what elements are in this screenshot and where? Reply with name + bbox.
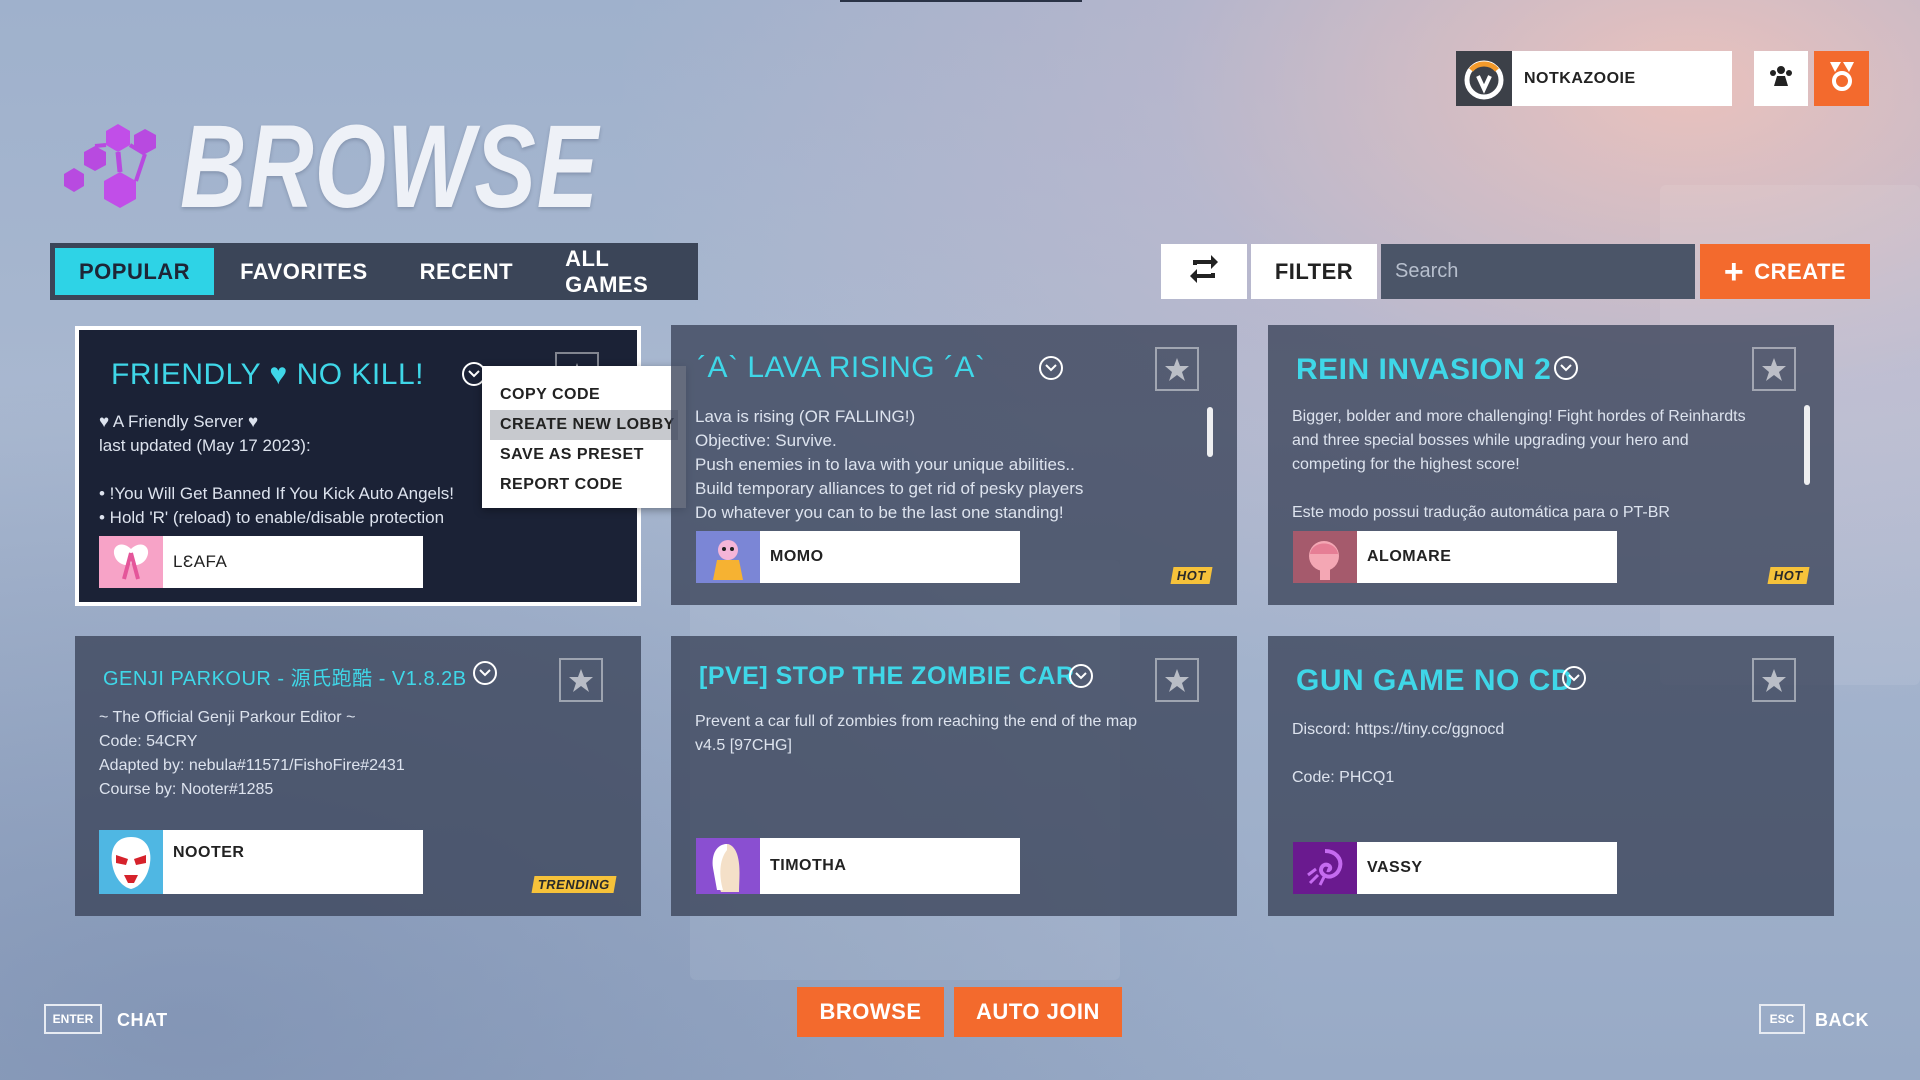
author-name: NOOTER xyxy=(173,844,245,861)
card-title: ´A` LAVA RISING ´A` xyxy=(697,351,986,384)
favorite-star-icon[interactable] xyxy=(1752,658,1796,702)
status-badge: HOT xyxy=(1170,567,1213,584)
chat-button[interactable]: CHAT xyxy=(117,1010,168,1031)
tab-all-games[interactable]: ALL GAMES xyxy=(539,246,698,297)
user-name: NOTKAZOOIE xyxy=(1524,69,1636,87)
favorite-star-icon[interactable] xyxy=(1155,347,1199,391)
group-icon xyxy=(1768,64,1794,93)
avatar xyxy=(1293,531,1357,583)
game-card[interactable]: REIN INVASION 2 Bigger, bolder and more … xyxy=(1268,325,1834,605)
status-badge: TRENDING xyxy=(531,876,617,893)
chevron-down-icon[interactable] xyxy=(473,661,497,685)
enter-key-hint: ENTER xyxy=(44,1004,102,1034)
browse-tabs: POPULAR FAVORITES RECENT ALL GAMES xyxy=(50,243,698,300)
search-input[interactable] xyxy=(1381,244,1695,299)
author-name: TIMOTHA xyxy=(770,857,847,874)
card-description: Bigger, bolder and more challenging! Fig… xyxy=(1292,408,1746,521)
esc-key-hint: ESC xyxy=(1759,1004,1805,1034)
overwatch-logo-icon xyxy=(1456,51,1512,106)
author-tag[interactable]: MOMO xyxy=(696,531,1020,583)
card-title: REIN INVASION 2 xyxy=(1296,353,1552,386)
chevron-down-icon[interactable] xyxy=(1554,356,1578,380)
top-divider xyxy=(840,0,1082,2)
browse-button[interactable]: BROWSE xyxy=(797,987,944,1037)
create-button[interactable]: + CREATE xyxy=(1700,244,1870,299)
game-card[interactable]: ´A` LAVA RISING ´A` Lava is rising (OR F… xyxy=(671,325,1237,605)
favorite-star-icon[interactable] xyxy=(1155,658,1199,702)
author-tag[interactable]: ALOMARE xyxy=(1293,531,1617,583)
tab-popular[interactable]: POPULAR xyxy=(55,248,215,295)
avatar xyxy=(1293,842,1357,894)
avatar xyxy=(99,536,163,588)
author-tag[interactable]: NOOTER xyxy=(99,830,423,894)
card-title: [PVE] STOP THE ZOMBIE CAR xyxy=(699,662,1075,690)
favorite-star-icon[interactable] xyxy=(1752,347,1796,391)
refresh-icon xyxy=(1187,252,1221,291)
menu-item-report-code[interactable]: REPORT CODE xyxy=(490,470,678,500)
auto-join-button[interactable]: AUTO JOIN xyxy=(954,987,1122,1037)
status-badge: HOT xyxy=(1767,567,1810,584)
avatar xyxy=(696,531,760,583)
card-description: Prevent a car full of zombies from reach… xyxy=(695,713,1138,754)
card-title: FRIENDLY ♥ NO KILL! xyxy=(111,358,424,391)
rewards-icon xyxy=(1827,59,1857,98)
context-menu: COPY CODE CREATE NEW LOBBY SAVE AS PRESE… xyxy=(482,366,686,508)
filter-button[interactable]: FILTER xyxy=(1251,244,1377,299)
browse-logo-icon xyxy=(60,124,170,224)
author-name: ALOMARE xyxy=(1367,548,1452,565)
avatar xyxy=(696,838,760,894)
description-scrollbar[interactable] xyxy=(1207,407,1213,457)
tab-favorites[interactable]: FAVORITES xyxy=(214,248,394,295)
author-tag[interactable]: LƐAFA xyxy=(99,536,423,588)
refresh-button[interactable] xyxy=(1161,244,1247,299)
author-tag[interactable]: TIMOTHA xyxy=(696,838,1020,894)
game-card[interactable]: GUN GAME NO CD Discord: https://tiny.cc/… xyxy=(1268,636,1834,916)
menu-item-save-as-preset[interactable]: SAVE AS PRESET xyxy=(490,440,678,470)
page-title: BROWSE xyxy=(180,101,599,233)
menu-item-create-new-lobby[interactable]: CREATE NEW LOBBY xyxy=(490,410,678,440)
create-label: CREATE xyxy=(1754,258,1847,284)
author-name: VASSY xyxy=(1367,859,1423,876)
tab-recent[interactable]: RECENT xyxy=(394,248,539,295)
card-description: Lava is rising (OR FALLING!) Objective: … xyxy=(695,407,1084,522)
chevron-down-icon[interactable] xyxy=(1069,664,1093,688)
rewards-button[interactable] xyxy=(1814,51,1869,106)
card-title: GENJI PARKOUR - 源氏跑酷 - V1.8.2B xyxy=(103,668,467,690)
favorite-star-icon[interactable] xyxy=(559,658,603,702)
chevron-down-icon[interactable] xyxy=(1039,356,1063,380)
game-card[interactable]: [PVE] STOP THE ZOMBIE CAR Prevent a car … xyxy=(671,636,1237,916)
social-button[interactable] xyxy=(1754,51,1808,106)
user-profile-bar[interactable]: NOTKAZOOIE xyxy=(1456,51,1732,106)
avatar xyxy=(99,830,163,894)
author-name: LƐAFA xyxy=(173,552,228,571)
menu-item-copy-code[interactable]: COPY CODE xyxy=(490,380,678,410)
card-description: Discord: https://tiny.cc/ggnocd Code: PH… xyxy=(1292,721,1505,786)
game-card[interactable]: GENJI PARKOUR - 源氏跑酷 - V1.8.2B ~ The Off… xyxy=(75,636,641,916)
author-name: MOMO xyxy=(770,548,824,565)
plus-icon: + xyxy=(1723,252,1745,291)
card-description: ♥ A Friendly Server ♥ last updated (May … xyxy=(99,412,454,527)
chevron-down-icon[interactable] xyxy=(1562,666,1586,690)
card-description: ~ The Official Genji Parkour Editor ~ Co… xyxy=(99,709,405,798)
back-button[interactable]: BACK xyxy=(1815,1010,1869,1031)
card-title: GUN GAME NO CD xyxy=(1296,664,1573,697)
author-tag[interactable]: VASSY xyxy=(1293,842,1617,894)
description-scrollbar[interactable] xyxy=(1804,405,1810,485)
